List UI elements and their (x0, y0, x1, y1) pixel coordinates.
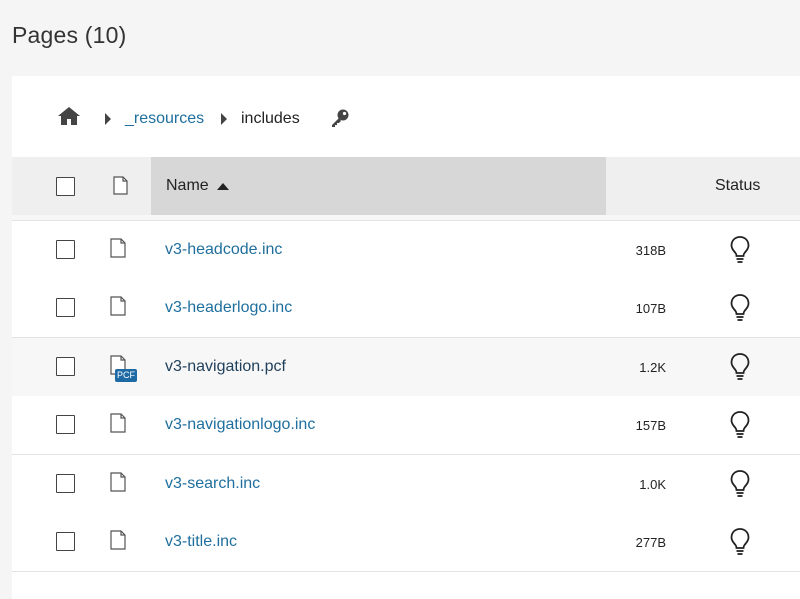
breadcrumb-separator-icon (105, 113, 111, 125)
file-size: 318B (635, 242, 666, 258)
home-icon[interactable] (57, 106, 81, 126)
row-checkbox[interactable] (56, 473, 75, 493)
file-icon (110, 296, 126, 316)
lightbulb-icon[interactable] (729, 352, 751, 382)
pcf-badge: PCF (115, 368, 137, 382)
table-header: Name Status (12, 157, 800, 215)
lightbulb-icon[interactable] (729, 235, 751, 265)
file-name-link[interactable]: v3-headerlogo.inc (165, 299, 292, 317)
table-row[interactable]: PCF v3-navigation.pcf 1.2K (12, 337, 800, 397)
file-icon (110, 471, 126, 492)
breadcrumb-separator-icon (221, 113, 227, 125)
table-row[interactable]: v3-navigationlogo.inc 157B (12, 396, 800, 455)
lightbulb-icon[interactable] (729, 527, 751, 557)
page-title: Pages (10) (12, 22, 127, 48)
table-row[interactable]: v3-headcode.inc 318B (12, 220, 800, 280)
file-size: 107B (635, 301, 666, 316)
row-checkbox[interactable] (56, 415, 75, 434)
file-size: 157B (635, 418, 666, 433)
name-column-label: Name (166, 177, 209, 194)
file-name-link[interactable]: v3-navigationlogo.inc (165, 416, 315, 434)
breadcrumb-link-resources[interactable]: _resources (125, 110, 204, 128)
file-type-icon (113, 176, 128, 195)
file-name-link[interactable]: v3-search.inc (165, 475, 260, 493)
file-name-link[interactable]: v3-title.inc (165, 533, 237, 551)
lightbulb-icon[interactable] (729, 469, 751, 499)
file-size: 277B (635, 535, 666, 550)
file-browser-panel: _resources includes PCFv3-footer.pcf3.8K… (12, 76, 800, 599)
table-row[interactable]: v3-search.inc 1.0K (12, 454, 800, 514)
lightbulb-icon[interactable] (729, 293, 751, 323)
breadcrumb-current: includes (241, 110, 300, 127)
table-row[interactable]: v3-headerlogo.inc 107B (12, 279, 800, 338)
sort-ascending-icon (217, 183, 229, 190)
key-icon[interactable] (330, 108, 350, 128)
status-column-header[interactable]: Status (715, 177, 760, 195)
row-checkbox[interactable] (56, 356, 75, 376)
lightbulb-icon[interactable] (729, 410, 751, 440)
file-size: 1.2K (639, 359, 666, 375)
file-name-link[interactable]: v3-headcode.inc (165, 241, 282, 259)
file-icon (110, 530, 126, 550)
file-size: 1.0K (639, 476, 666, 492)
row-checkbox[interactable] (56, 298, 75, 317)
row-checkbox[interactable] (56, 532, 75, 551)
row-checkbox[interactable] (56, 239, 75, 259)
table-row[interactable]: v3-title.inc 277B (12, 513, 800, 572)
select-all-checkbox[interactable] (56, 177, 75, 196)
name-column-header[interactable]: Name (151, 157, 606, 215)
breadcrumb: _resources includes (12, 76, 800, 157)
file-icon (110, 413, 126, 433)
file-icon (110, 237, 126, 258)
file-name-link[interactable]: v3-navigation.pcf (165, 358, 286, 376)
